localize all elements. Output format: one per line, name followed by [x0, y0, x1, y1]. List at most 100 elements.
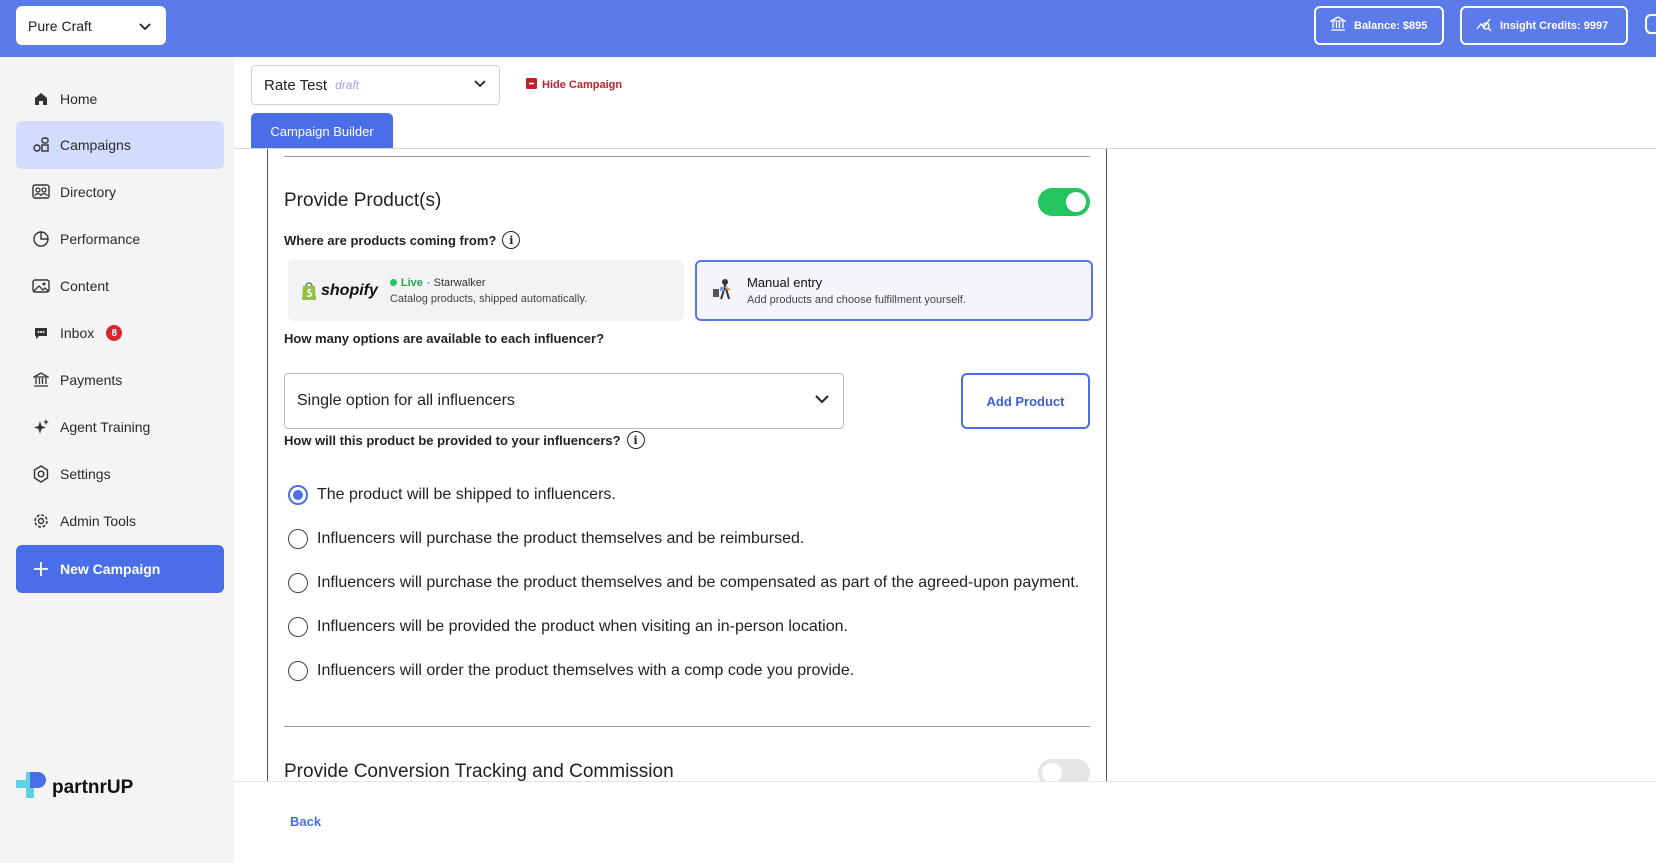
provide-products-title: Provide Product(s) — [284, 190, 442, 211]
chevron-down-icon — [473, 76, 487, 94]
shopify-store: · Starwalker — [426, 276, 486, 289]
hide-campaign-button[interactable]: Hide Campaign — [526, 78, 622, 92]
shopify-status-line: Live · Starwalker — [389, 276, 587, 289]
campaigns-icon — [32, 136, 50, 154]
directory-icon — [32, 183, 50, 201]
provide-option-label: Influencers will purchase the product th… — [317, 530, 805, 547]
campaign-status: draft — [335, 78, 360, 92]
radio-button[interactable] — [288, 573, 308, 593]
new-campaign-button[interactable]: New Campaign — [16, 545, 224, 593]
sidebar-item-label: Content — [60, 278, 110, 294]
radio-button[interactable] — [288, 617, 308, 637]
hide-campaign-label: Hide Campaign — [542, 79, 623, 91]
performance-icon — [32, 230, 50, 248]
plus-icon — [32, 560, 50, 578]
sidebar-item-payments[interactable]: Payments — [16, 356, 224, 404]
settings-icon — [32, 465, 50, 483]
source-question: Where are products coming from? i — [284, 231, 521, 249]
info-icon[interactable]: i — [502, 231, 521, 249]
shopify-logo-text: shopify — [321, 281, 378, 299]
gear-icon — [32, 512, 50, 530]
back-button[interactable]: Back — [290, 814, 321, 829]
bell-icon[interactable] — [1645, 14, 1656, 34]
provide-option-label: Influencers will purchase the product th… — [317, 574, 1080, 591]
provide-question: How will this product be provided to you… — [284, 431, 645, 449]
chat-icon — [32, 324, 50, 342]
top-bar: Pure Craft Balance: $895 Insight Credits… — [0, 0, 1656, 57]
options-question: How many options are available to each i… — [284, 331, 605, 346]
provide-question-label: How will this product be provided to you… — [284, 432, 621, 448]
sidebar: Home Campaigns Directory Performance Con… — [0, 57, 234, 863]
sidebar-item-label: Directory — [60, 184, 117, 200]
radio-button[interactable] — [288, 661, 308, 681]
provide-option[interactable]: Influencers will order the product thems… — [288, 661, 854, 681]
source-question-label: Where are products coming from? — [284, 232, 497, 248]
campaign-selector[interactable]: Rate Test draft — [251, 65, 500, 105]
home-icon — [32, 90, 50, 108]
sidebar-item-label: Agent Training — [60, 419, 151, 435]
provide-option[interactable]: Influencers will purchase the product th… — [288, 529, 804, 549]
org-selector[interactable]: Pure Craft — [16, 6, 166, 45]
sidebar-item-label: Admin Tools — [60, 513, 137, 529]
toggle-knob — [1066, 192, 1086, 212]
sidebar-item-home[interactable]: Home — [16, 75, 224, 123]
sidebar-item-agent-training[interactable]: Agent Training — [16, 403, 224, 451]
radio-button[interactable] — [288, 529, 308, 549]
image-icon — [32, 277, 50, 295]
chevron-down-icon — [813, 390, 831, 413]
sidebar-item-performance[interactable]: Performance — [16, 215, 224, 263]
provide-option[interactable]: The product will be shipped to influence… — [288, 485, 616, 505]
insight-icon — [1476, 16, 1492, 35]
sidebar-item-inbox[interactable]: Inbox 8 — [16, 309, 224, 357]
provide-option[interactable]: Influencers will purchase the product th… — [288, 573, 1079, 593]
provide-option-label: The product will be shipped to influence… — [317, 486, 616, 503]
sidebar-item-content[interactable]: Content — [16, 262, 224, 310]
sidebar-item-label: Performance — [60, 231, 141, 247]
inbox-count-badge: 8 — [106, 325, 123, 341]
bank-icon — [1328, 16, 1348, 35]
section-divider — [284, 156, 1090, 157]
manual-entry-description: Add products and choose fulfillment your… — [747, 294, 966, 306]
shopify-description: Catalog products, shipped automatically. — [389, 292, 588, 305]
sidebar-item-settings[interactable]: Settings — [16, 450, 224, 498]
shopify-source-text: Live · Starwalker Catalog products, ship… — [389, 276, 588, 305]
shopify-source-card[interactable]: shopify Live · Starwalker Catalog produc… — [288, 260, 684, 321]
provide-products-toggle[interactable] — [1038, 188, 1090, 216]
provide-option[interactable]: Influencers will be provided the product… — [288, 617, 848, 637]
new-campaign-label: New Campaign — [60, 561, 161, 577]
add-product-button[interactable]: Add Product — [961, 373, 1090, 429]
insight-credits-button[interactable]: Insight Credits: 9997 — [1460, 6, 1628, 45]
info-icon[interactable]: i — [626, 431, 645, 449]
sidebar-item-label: Home — [60, 91, 98, 107]
manual-entry-title: Manual entry — [747, 275, 823, 290]
sidebar-item-label: Inbox — [60, 325, 95, 341]
options-select-value: Single option for all influencers — [297, 392, 515, 409]
credits-label: Insight Credits: 9997 — [1500, 19, 1609, 32]
radio-button[interactable] — [288, 485, 308, 505]
hide-icon — [526, 78, 537, 92]
manual-entry-text: Manual entry Add products and choose ful… — [747, 275, 966, 306]
sidebar-item-directory[interactable]: Directory — [16, 168, 224, 216]
options-select[interactable]: Single option for all influencers — [284, 373, 844, 429]
provide-option-label: Influencers will be provided the product… — [317, 618, 848, 635]
shopify-logo: shopify — [300, 281, 378, 301]
provide-option-label: Influencers will order the product thems… — [317, 662, 855, 679]
footer-divider — [234, 781, 1656, 782]
bank-icon — [32, 371, 50, 389]
manual-entry-card[interactable]: Manual entry Add products and choose ful… — [695, 260, 1093, 321]
sidebar-item-admin-tools[interactable]: Admin Tools — [16, 497, 224, 545]
balance-button[interactable]: Balance: $895 — [1314, 6, 1444, 45]
shopify-bag-icon — [302, 281, 316, 300]
sidebar-item-label: Settings — [60, 466, 111, 482]
org-name: Pure Craft — [28, 17, 92, 34]
logo-mark-icon — [16, 770, 48, 806]
sidebar-item-label: Payments — [60, 372, 123, 388]
partnrup-logo: partnrUP — [16, 770, 133, 806]
sparkle-icon — [32, 418, 50, 436]
live-dot-icon — [389, 279, 397, 286]
sidebar-item-label: Campaigns — [60, 137, 131, 153]
tab-campaign-builder[interactable]: Campaign Builder — [251, 113, 393, 149]
conversion-tracking-toggle[interactable] — [1038, 759, 1090, 781]
chevron-down-icon — [138, 19, 152, 33]
sidebar-item-campaigns[interactable]: Campaigns — [16, 121, 224, 169]
